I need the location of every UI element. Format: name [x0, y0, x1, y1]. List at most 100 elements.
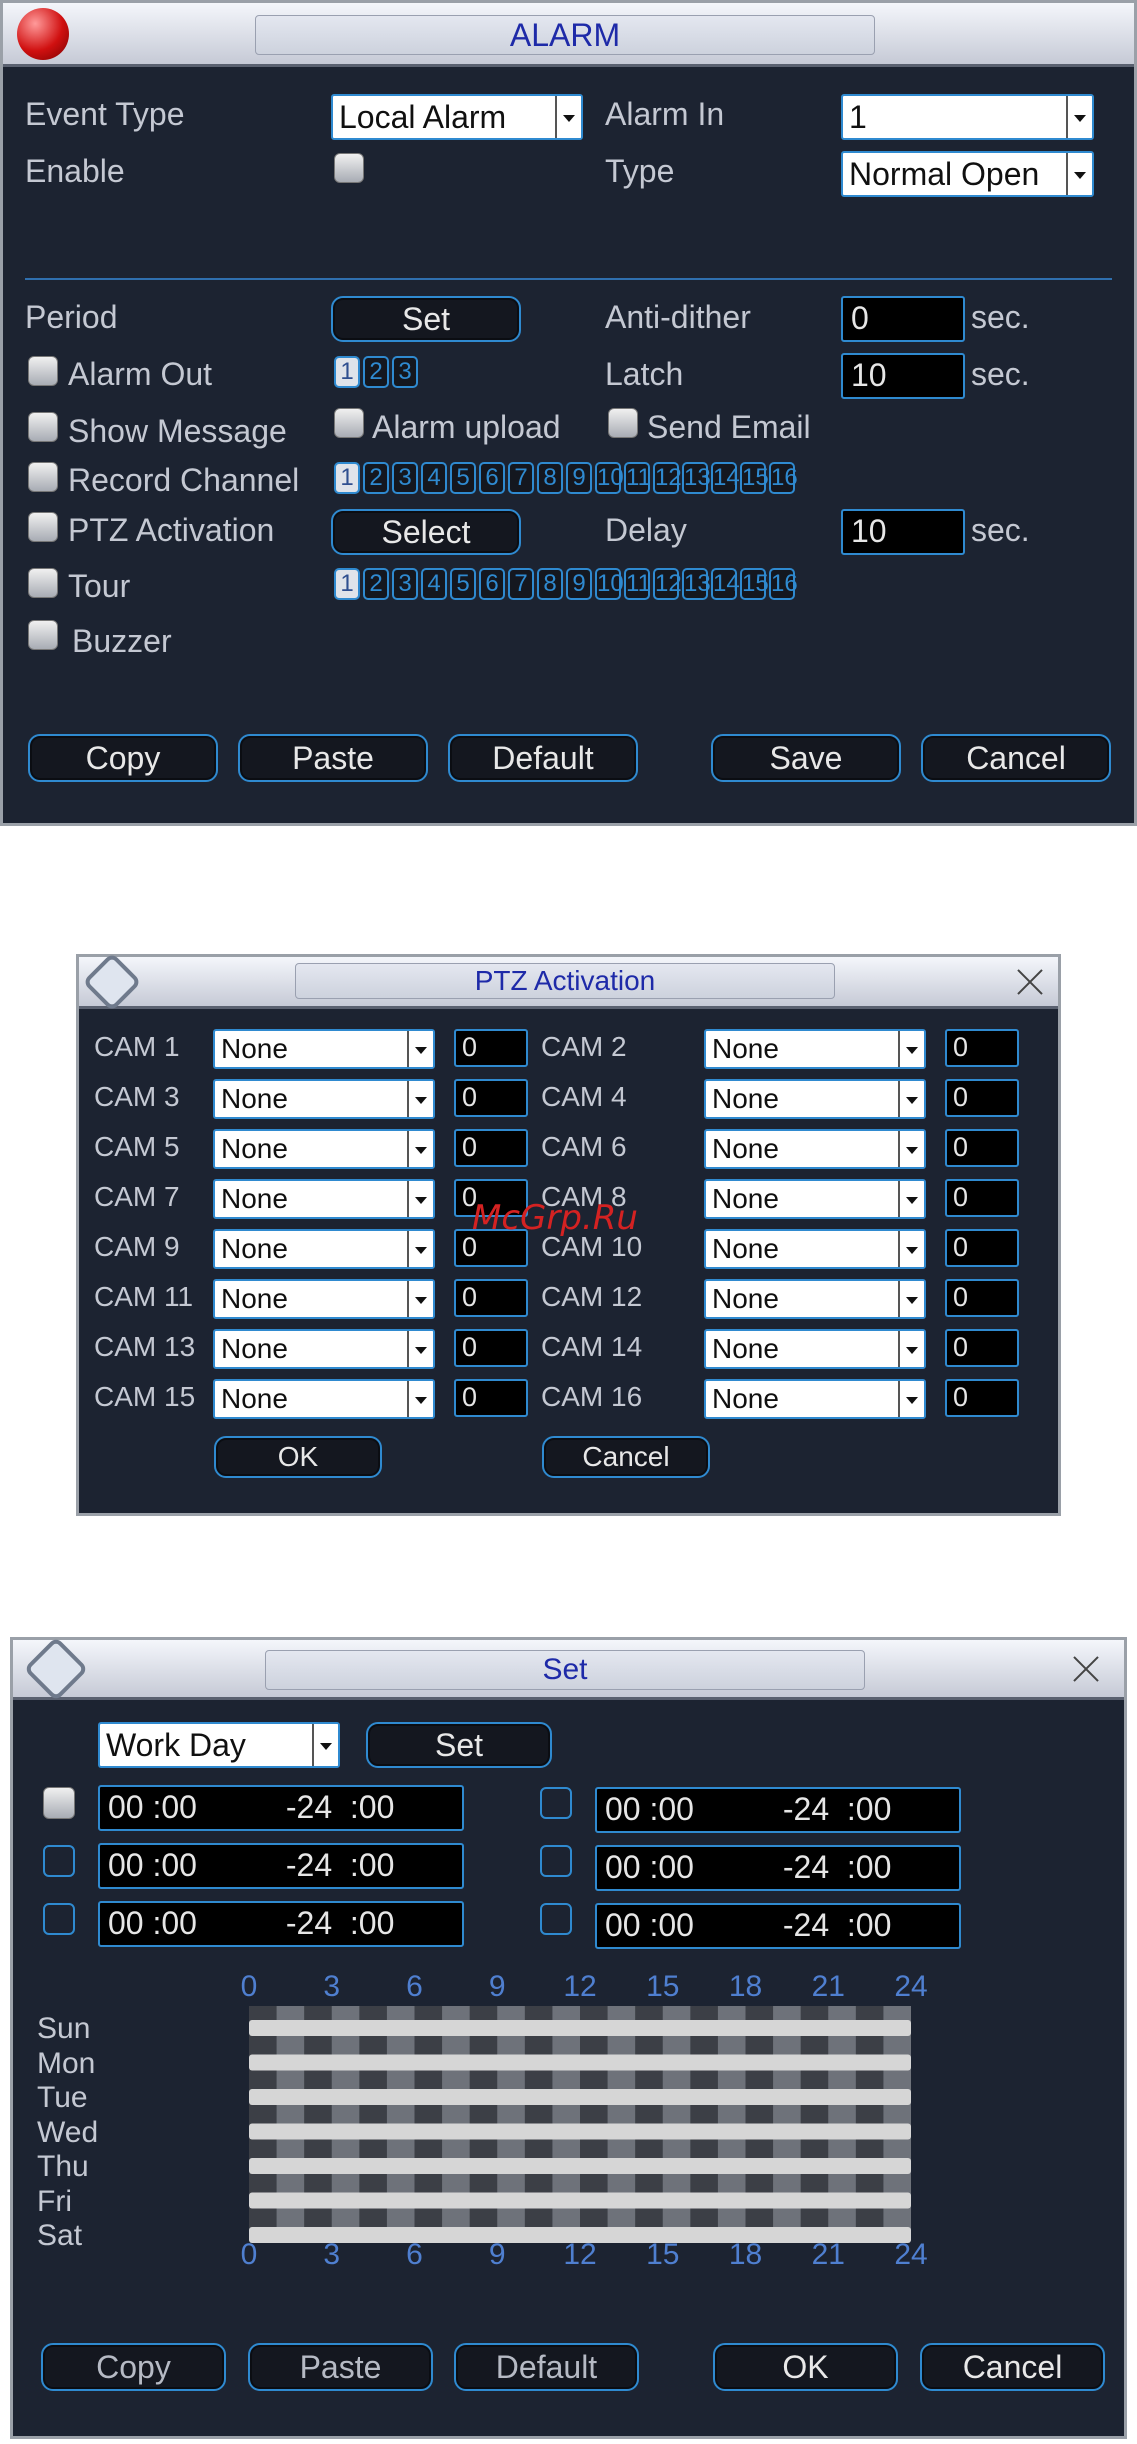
- chevron-down-icon[interactable]: [555, 96, 581, 138]
- day-select[interactable]: Work Day: [98, 1722, 340, 1768]
- record-channel-7[interactable]: 7: [508, 462, 534, 494]
- day-schedule-bar[interactable]: [249, 2089, 911, 2105]
- chevron-down-icon[interactable]: [312, 1724, 338, 1766]
- tour-channel-7[interactable]: 7: [508, 568, 534, 600]
- ptz-preset-select[interactable]: None: [213, 1179, 435, 1219]
- set-ok-button[interactable]: OK: [713, 2343, 898, 2391]
- record-channel-14[interactable]: 14: [711, 462, 740, 494]
- chevron-down-icon[interactable]: [407, 1381, 433, 1417]
- period-set-button[interactable]: Set: [331, 296, 521, 342]
- ptz-preset-select[interactable]: None: [213, 1079, 435, 1119]
- show-message-checkbox[interactable]: [28, 412, 58, 442]
- send-email-checkbox[interactable]: [608, 408, 638, 438]
- chevron-down-icon[interactable]: [898, 1181, 924, 1217]
- record-channel-8[interactable]: 8: [537, 462, 563, 494]
- alarm-upload-checkbox[interactable]: [334, 408, 364, 438]
- anti-dither-field[interactable]: 0: [841, 296, 965, 342]
- ptz-number-field[interactable]: 0: [945, 1379, 1019, 1417]
- chevron-down-icon[interactable]: [898, 1081, 924, 1117]
- tour-channel-6[interactable]: 6: [479, 568, 505, 600]
- alarm-copy-button[interactable]: Copy: [28, 734, 218, 782]
- tour-channel-16[interactable]: 16: [769, 568, 798, 600]
- enable-checkbox[interactable]: [334, 153, 364, 183]
- ptz-preset-select[interactable]: None: [213, 1029, 435, 1069]
- ptz-number-field[interactable]: 0: [454, 1029, 528, 1067]
- chevron-down-icon[interactable]: [898, 1231, 924, 1267]
- record-channel-12[interactable]: 12: [653, 462, 682, 494]
- ptz-number-field[interactable]: 0: [945, 1329, 1019, 1367]
- alarm-save-button[interactable]: Save: [711, 734, 901, 782]
- record-channel-6[interactable]: 6: [479, 462, 505, 494]
- ptz-preset-select[interactable]: None: [704, 1279, 926, 1319]
- chevron-down-icon[interactable]: [898, 1031, 924, 1067]
- period-checkbox[interactable]: [540, 1845, 572, 1877]
- ptz-preset-select[interactable]: None: [213, 1229, 435, 1269]
- tour-checkbox[interactable]: [28, 568, 58, 598]
- chevron-down-icon[interactable]: [898, 1281, 924, 1317]
- ptz-activation-checkbox[interactable]: [28, 512, 58, 542]
- alarm-in-select[interactable]: 1: [841, 94, 1094, 140]
- alarm-out-checkbox[interactable]: [28, 356, 58, 386]
- type-select[interactable]: Normal Open: [841, 151, 1094, 197]
- tour-channel-8[interactable]: 8: [537, 568, 563, 600]
- ptz-number-field[interactable]: 0: [945, 1129, 1019, 1167]
- record-channel-3[interactable]: 3: [392, 462, 418, 494]
- day-schedule-bar[interactable]: [249, 2054, 911, 2071]
- record-channel-2[interactable]: 2: [363, 462, 389, 494]
- set-cancel-button[interactable]: Cancel: [920, 2343, 1105, 2391]
- period-time-field[interactable]: 00 :00 -24 :00: [595, 1787, 961, 1833]
- ptz-number-field[interactable]: 0: [945, 1029, 1019, 1067]
- tour-channel-14[interactable]: 14: [711, 568, 740, 600]
- ptz-number-field[interactable]: 0: [454, 1329, 528, 1367]
- period-time-field[interactable]: 00 :00 -24 :00: [98, 1901, 464, 1947]
- chevron-down-icon[interactable]: [898, 1131, 924, 1167]
- tour-channel-2[interactable]: 2: [363, 568, 389, 600]
- tour-channel-11[interactable]: 11: [624, 568, 651, 600]
- chevron-down-icon[interactable]: [407, 1031, 433, 1067]
- ptz-preset-select[interactable]: None: [704, 1079, 926, 1119]
- chevron-down-icon[interactable]: [898, 1331, 924, 1367]
- day-schedule-bar[interactable]: [249, 2158, 911, 2174]
- ptz-preset-select[interactable]: None: [704, 1329, 926, 1369]
- alarm-default-button[interactable]: Default: [448, 734, 638, 782]
- buzzer-checkbox[interactable]: [28, 620, 58, 650]
- record-channel-1[interactable]: 1: [334, 462, 360, 494]
- set-copy-button[interactable]: Copy: [41, 2343, 226, 2391]
- tour-channel-10[interactable]: 10: [595, 568, 624, 600]
- ptz-preset-select[interactable]: None: [704, 1229, 926, 1269]
- alarm-out-channel-3[interactable]: 3: [392, 356, 418, 388]
- chevron-down-icon[interactable]: [407, 1231, 433, 1267]
- close-icon[interactable]: [1071, 1654, 1101, 1684]
- ptz-number-field[interactable]: 0: [945, 1179, 1019, 1217]
- set-apply-button[interactable]: Set: [366, 1722, 552, 1768]
- set-paste-button[interactable]: Paste: [248, 2343, 433, 2391]
- delay-field[interactable]: 10: [841, 509, 965, 555]
- set-default-button[interactable]: Default: [454, 2343, 639, 2391]
- alarm-out-channel-1[interactable]: 1: [334, 356, 360, 388]
- day-schedule-bar[interactable]: [249, 2192, 911, 2209]
- period-checkbox[interactable]: [43, 1845, 75, 1877]
- ptz-preset-select[interactable]: None: [704, 1179, 926, 1219]
- period-checkbox[interactable]: [43, 1787, 75, 1819]
- period-checkbox[interactable]: [43, 1903, 75, 1935]
- record-channel-15[interactable]: 15: [740, 462, 769, 494]
- tour-channel-15[interactable]: 15: [740, 568, 769, 600]
- tour-channel-3[interactable]: 3: [392, 568, 418, 600]
- ptz-preset-select[interactable]: None: [213, 1379, 435, 1419]
- period-time-field[interactable]: 00 :00 -24 :00: [595, 1845, 961, 1891]
- tour-channel-9[interactable]: 9: [566, 568, 592, 600]
- ptz-number-field[interactable]: 0: [454, 1129, 528, 1167]
- ptz-preset-select[interactable]: None: [213, 1329, 435, 1369]
- ptz-number-field[interactable]: 0: [945, 1079, 1019, 1117]
- chevron-down-icon[interactable]: [898, 1381, 924, 1417]
- ptz-select-button[interactable]: Select: [331, 509, 521, 555]
- alarm-out-channel-2[interactable]: 2: [363, 356, 389, 388]
- record-channel-checkbox[interactable]: [28, 462, 58, 492]
- day-schedule-bar[interactable]: [249, 2123, 911, 2140]
- chevron-down-icon[interactable]: [1066, 153, 1092, 195]
- chevron-down-icon[interactable]: [1066, 96, 1092, 138]
- record-channel-5[interactable]: 5: [450, 462, 476, 494]
- chevron-down-icon[interactable]: [407, 1331, 433, 1367]
- period-time-field[interactable]: 00 :00 -24 :00: [595, 1903, 961, 1949]
- tour-channel-13[interactable]: 13: [682, 568, 711, 600]
